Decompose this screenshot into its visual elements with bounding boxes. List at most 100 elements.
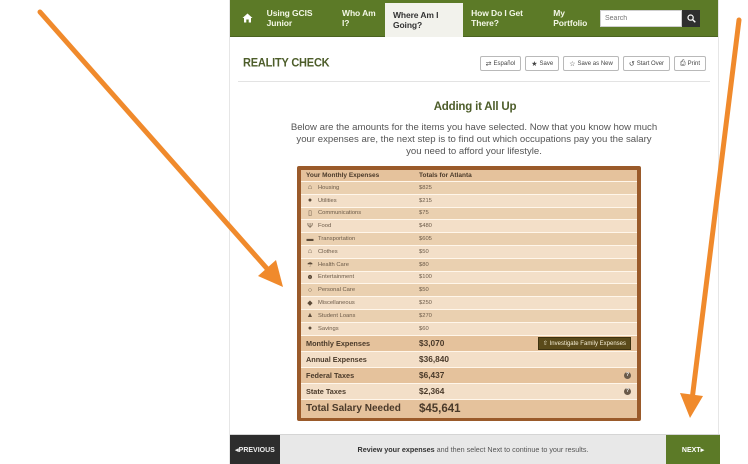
expenses-table: Your Monthly Expenses Totals for Atlanta… (297, 166, 641, 421)
expense-value: $250 (419, 300, 432, 307)
table-row: ◆ Miscellaneous $250 (301, 296, 637, 309)
table-row: ⌂ Clothes $50 (301, 244, 637, 258)
expense-label: Health Care (318, 261, 349, 268)
nav-my-portfolio[interactable]: My Portfolio (545, 0, 600, 37)
expense-label: Clothes (318, 248, 338, 255)
state-taxes-row: State Taxes $2,364 ? (301, 382, 637, 399)
printer-icon: ⎙ (680, 59, 686, 67)
expense-label: Personal Care (318, 287, 356, 294)
nav-where-am-i-going[interactable]: Where Am I Going? (384, 0, 464, 37)
expense-label: Miscellaneous (318, 300, 355, 307)
home-icon: ⌂ (307, 184, 313, 192)
expense-label: Transportation (318, 236, 356, 243)
help-icon[interactable]: ? (624, 371, 631, 379)
table-row: ● Utilities $215 (301, 193, 637, 207)
piggy-bank-icon: ● (307, 325, 313, 333)
total-salary-value: $45,641 (419, 402, 461, 415)
expense-rows: ⌂ Housing $825 ● Utilities $215 ▯ Communication… (301, 181, 637, 335)
page-header: REALITY CHECK ⇄ Español ★ Save ☆ Save as Ne… (230, 37, 718, 82)
federal-taxes-label: Federal Taxes (306, 370, 355, 380)
footer-message-rest: and then select Next to continue to your… (434, 445, 589, 454)
expense-label: Communications (318, 210, 362, 217)
expense-value: $480 (419, 223, 432, 230)
col-totals-header: Totals for Atlanta (419, 172, 472, 179)
start-over-label: Start Over (636, 60, 665, 67)
search-input[interactable] (600, 9, 682, 27)
section-title: Adding it All Up (433, 101, 517, 113)
footer-bar: ◂ PREVIOUS Review your expenses and then … (230, 434, 720, 464)
star-outline-icon: ☆ (569, 60, 576, 68)
intro-text: Below are the amounts for the items you … (290, 122, 658, 157)
state-taxes-value: $2,364 (419, 386, 445, 397)
previous-button[interactable]: ◂ PREVIOUS (230, 435, 280, 464)
page-title: REALITY CHECK (243, 56, 330, 70)
table-row: ○ Personal Care $50 (301, 283, 637, 297)
phone-icon: ▯ (308, 210, 312, 218)
table-row: Ψ Food $480 (301, 219, 637, 233)
car-icon: ▬ (306, 235, 314, 243)
save-as-new-label: Save as New (577, 60, 613, 67)
nav-who-am-i[interactable]: Who Am I? (334, 0, 385, 37)
footer-message: Review your expenses and then select Nex… (286, 445, 660, 454)
start-over-button[interactable]: ↺ Start Over (622, 56, 671, 71)
footer-message-bold: Review your expenses (357, 445, 435, 454)
table-row: ▯ Communications $75 (301, 206, 637, 220)
home-icon[interactable] (236, 0, 259, 37)
total-salary-row: Total Salary Needed $45,641 (301, 398, 637, 418)
search-box (600, 9, 700, 27)
expense-value: $75 (419, 210, 429, 217)
arrow-up-icon: ⇧ (542, 340, 550, 347)
total-salary-label: Total Salary Needed (306, 403, 401, 415)
utensils-icon: Ψ (307, 222, 313, 230)
espanol-button[interactable]: ⇄ Español (479, 56, 522, 71)
table-row: ▲ Student Loans $270 (301, 308, 637, 322)
page: Using GCIS Junior Who Am I? Where Am I G… (229, 0, 720, 464)
annual-expenses-label: Annual Expenses (306, 354, 367, 364)
divider (238, 81, 710, 82)
health-icon: ☂ (306, 261, 314, 269)
table-header: Your Monthly Expenses Totals for Atlanta (301, 170, 637, 181)
federal-taxes-value: $6,437 (419, 370, 445, 381)
expense-value: $825 (419, 184, 432, 191)
tag-icon: ◆ (307, 300, 313, 308)
monthly-expenses-row: Monthly Expenses $3,070 ⇧ Investigate Fa… (301, 334, 637, 351)
mask-icon: ☻ (306, 273, 314, 281)
expense-value: $270 (419, 312, 432, 319)
print-button[interactable]: ⎙ Print (674, 56, 706, 71)
expense-label: Entertainment (318, 274, 355, 281)
save-as-new-button[interactable]: ☆ Save as New (563, 56, 619, 71)
help-icon[interactable]: ? (624, 387, 631, 395)
table-row: ● Savings $60 (301, 321, 637, 335)
nav-using-gcis-junior[interactable]: Using GCIS Junior (259, 0, 334, 37)
chevron-right-icon: ▸ (700, 447, 705, 454)
toolbar: ⇄ Español ★ Save ☆ Save as New ↺ Start Over … (479, 56, 706, 71)
expense-label: Food (318, 223, 332, 230)
table-row: ☂ Health Care $80 (301, 257, 637, 271)
expense-label: Utilities (318, 197, 337, 204)
investigate-family-expenses-button[interactable]: ⇧ Investigate Family Expenses (537, 336, 631, 350)
star-icon: ★ (531, 60, 538, 68)
expense-label: Savings (318, 325, 339, 332)
next-button[interactable]: NEXT ▸ (666, 435, 720, 464)
annual-expenses-value: $36,840 (419, 354, 449, 365)
top-nav: Using GCIS Junior Who Am I? Where Am I G… (230, 0, 718, 37)
lightbulb-icon: ● (307, 197, 313, 205)
expense-value: $100 (419, 274, 432, 281)
expense-value: $50 (419, 287, 429, 294)
expense-value: $50 (419, 248, 429, 255)
expense-value: $215 (419, 197, 432, 204)
expense-label: Housing (318, 184, 340, 191)
monthly-expenses-value: $3,070 (419, 338, 445, 349)
search-button[interactable] (682, 9, 700, 27)
hanger-icon: ⌂ (307, 248, 313, 256)
nav-how-do-i-get-there[interactable]: How Do I Get There? (463, 0, 545, 37)
save-button[interactable]: ★ Save (525, 56, 560, 71)
monthly-expenses-label: Monthly Expenses (306, 338, 371, 348)
federal-taxes-row: Federal Taxes $6,437 ? (301, 366, 637, 383)
expense-value: $80 (419, 261, 429, 268)
table-row: ⌂ Housing $825 (301, 181, 637, 194)
state-taxes-label: State Taxes (306, 386, 347, 396)
save-label: Save (539, 60, 554, 67)
stage: Using GCIS Junior Who Am I? Where Am I G… (0, 0, 748, 464)
undo-icon: ↺ (628, 60, 635, 68)
